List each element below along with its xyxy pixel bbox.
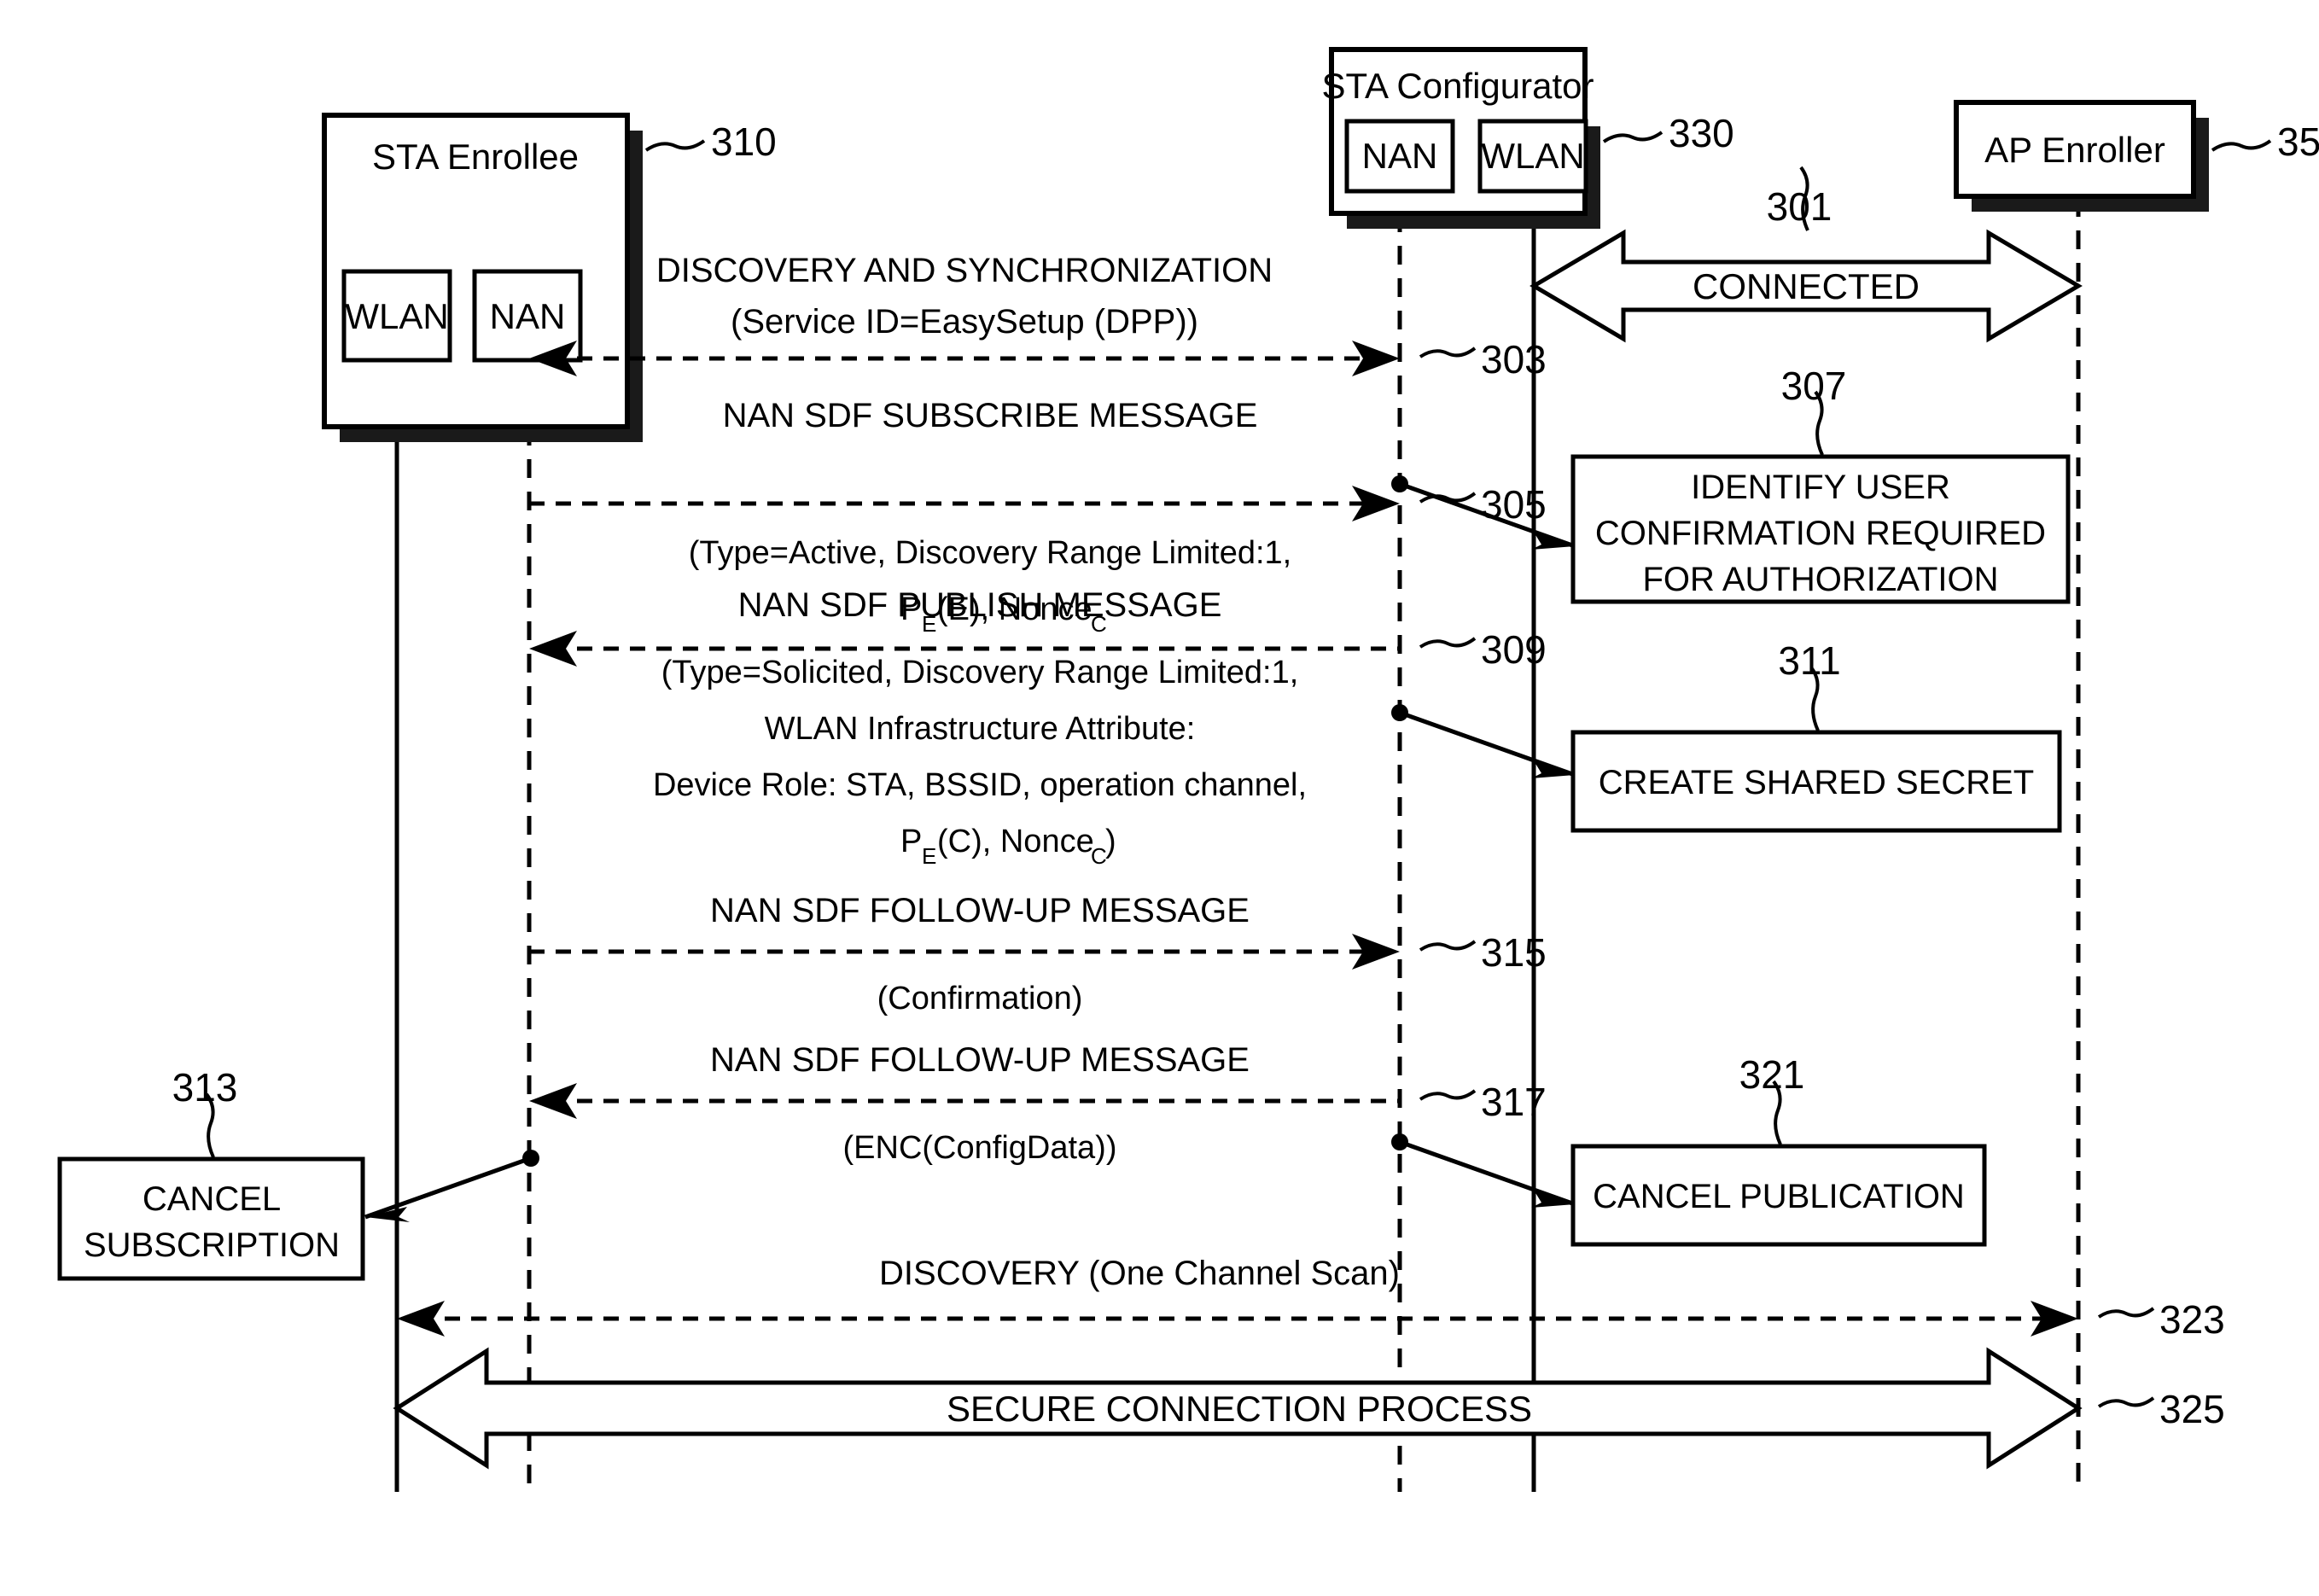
- process-box-321-ref-number: 321: [1739, 1052, 1805, 1097]
- message-309[interactable]: NAN SDF PUBLISH MESSAGE (Type=Solicited,…: [529, 586, 1547, 869]
- block-arrow-325-secure-connection[interactable]: SECURE CONNECTION PROCESS 325: [393, 1347, 2225, 1470]
- enrollee-ref-leader: [644, 139, 706, 152]
- message-323-ref-number: 323: [2159, 1297, 2225, 1342]
- message-309-sublabel-3: Device Role: STA, BSSID, operation chann…: [653, 767, 1307, 803]
- ap-title: AP Enroller: [1984, 130, 2165, 170]
- message-317-ref-leader: [1419, 1089, 1477, 1101]
- configurator-title: STA Configurator: [1321, 66, 1594, 106]
- leader-305-arrowhead: [1531, 533, 1575, 550]
- block-arrow-325-ref-leader: [2097, 1396, 2155, 1408]
- leader-to-box-321: [1391, 1133, 1576, 1208]
- message-317-ref-number: 317: [1481, 1080, 1547, 1124]
- message-303-ref-number: 303: [1481, 337, 1547, 382]
- process-box-311-line-1: CREATE SHARED SECRET: [1599, 764, 2034, 801]
- message-309-pe-tail: (C), Nonce: [937, 824, 1094, 859]
- node-sta-configurator[interactable]: STA Configurator NAN WLAN 330: [1321, 47, 1734, 229]
- message-317-sublabel: (ENC(ConfigData)): [843, 1130, 1117, 1166]
- message-309-sublabel-1: (Type=Solicited, Discovery Range Limited…: [661, 655, 1299, 690]
- leader-321-line: [1399, 1139, 1576, 1207]
- process-box-311-ref-number: 311: [1778, 638, 1840, 683]
- message-303-label: DISCOVERY AND SYNCHRONIZATION: [656, 252, 1273, 289]
- block-arrow-325-label: SECURE CONNECTION PROCESS: [947, 1389, 1532, 1429]
- ap-ref-leader: [2211, 139, 2272, 152]
- message-315-label: NAN SDF FOLLOW-UP MESSAGE: [710, 892, 1250, 929]
- enrollee-wlan-label: WLAN: [345, 296, 448, 336]
- leader-321-arrowhead: [1531, 1191, 1575, 1208]
- message-303-sublabel: (Service ID=EasySetup (DPP)): [731, 303, 1198, 341]
- leader-313-origin-dot: [522, 1150, 539, 1167]
- message-309-closing-paren: ): [1105, 824, 1116, 859]
- leader-309-origin-dot: [1391, 704, 1408, 721]
- leader-309-to-box-311: [1391, 704, 1576, 778]
- leader-309-line: [1399, 710, 1576, 778]
- process-box-321-line-1: CANCEL PUBLICATION: [1593, 1178, 1965, 1215]
- message-309-arrowhead-left: [529, 631, 577, 667]
- process-box-313-ref-number: 313: [172, 1065, 238, 1110]
- process-box-307-line-1: IDENTIFY USER: [1691, 469, 1950, 506]
- message-323-arrowhead-left: [397, 1301, 445, 1337]
- leader-305-origin-dot: [1391, 475, 1408, 492]
- process-box-321[interactable]: CANCEL PUBLICATION 321: [1570, 1052, 1987, 1247]
- message-317-arrowhead-left: [529, 1083, 577, 1119]
- block-arrow-301-ref-number: 301: [1767, 184, 1832, 229]
- block-arrow-325-ref-number: 325: [2159, 1387, 2225, 1431]
- configurator-wlan-label: WLAN: [1481, 136, 1584, 176]
- enrollee-ref-number: 310: [711, 119, 777, 164]
- configurator-nan-label: NAN: [1362, 136, 1438, 176]
- enrollee-title: STA Enrollee: [372, 137, 579, 177]
- message-323[interactable]: DISCOVERY (One Channel Scan) 323: [397, 1255, 2225, 1342]
- ap-ref-number: 350: [2277, 119, 2319, 164]
- message-309-pe-subscript: E: [922, 843, 936, 869]
- message-309-sublabel-2: WLAN Infrastructure Attribute:: [765, 711, 1196, 747]
- message-303-ref-leader: [1419, 347, 1477, 358]
- process-box-307[interactable]: IDENTIFY USER CONFIRMATION REQUIRED FOR …: [1570, 364, 2071, 604]
- message-309-pe-base: P: [900, 824, 922, 859]
- block-arrow-301-label: CONNECTED: [1693, 266, 1920, 306]
- leader-309-arrowhead: [1531, 762, 1575, 778]
- leader-313-line: [364, 1156, 532, 1220]
- message-315-sublabel: (Confirmation): [877, 981, 1083, 1016]
- message-315[interactable]: NAN SDF FOLLOW-UP MESSAGE (Confirmation)…: [529, 892, 1547, 1016]
- message-309-ref-number: 309: [1481, 627, 1547, 672]
- process-box-313[interactable]: CANCEL SUBSCRIPTION 313: [57, 1065, 365, 1281]
- leader-321-origin-dot: [1391, 1133, 1408, 1150]
- process-box-313-line-2: SUBSCRIPTION: [84, 1226, 340, 1264]
- process-box-311[interactable]: CREATE SHARED SECRET 311: [1570, 638, 2062, 833]
- node-ap-enroller[interactable]: AP Enroller 350: [1954, 100, 2319, 212]
- process-box-307-line-2: CONFIRMATION REQUIRED: [1595, 515, 2046, 552]
- enrollee-nan-label: NAN: [490, 296, 566, 336]
- configurator-ref-number: 330: [1669, 111, 1734, 155]
- figure-canvas: STA Enrollee WLAN NAN 310 STA Configurat…: [0, 0, 2319, 1596]
- message-305-sublabel-1: (Type=Active, Discovery Range Limited:1,: [689, 535, 1291, 571]
- leader-to-box-313: [364, 1150, 539, 1222]
- message-323-ref-leader: [2097, 1307, 2155, 1319]
- process-box-313-line-1: CANCEL: [143, 1180, 281, 1218]
- message-309-nonce-subscript: C: [1091, 843, 1107, 869]
- message-309-label: NAN SDF PUBLISH MESSAGE: [738, 586, 1222, 624]
- message-323-label: DISCOVERY (One Channel Scan): [879, 1255, 1400, 1292]
- process-box-307-line-3: FOR AUTHORIZATION: [1642, 561, 1998, 598]
- configurator-ref-leader: [1602, 131, 1664, 143]
- message-317-label: NAN SDF FOLLOW-UP MESSAGE: [710, 1041, 1250, 1079]
- message-315-ref-number: 315: [1481, 930, 1547, 975]
- message-309-sublabel-4: P E (C), Nonce C ): [900, 824, 1116, 869]
- process-box-307-ref-number: 307: [1781, 364, 1847, 408]
- message-303[interactable]: DISCOVERY AND SYNCHRONIZATION (Service I…: [529, 252, 1547, 382]
- message-309-ref-leader: [1419, 637, 1477, 649]
- message-305-ref-number: 305: [1481, 482, 1547, 527]
- message-305-label: NAN SDF SUBSCRIBE MESSAGE: [723, 397, 1258, 434]
- sequence-diagram-svg: STA Enrollee WLAN NAN 310 STA Configurat…: [57, 47, 2319, 1492]
- message-315-ref-leader: [1419, 940, 1477, 952]
